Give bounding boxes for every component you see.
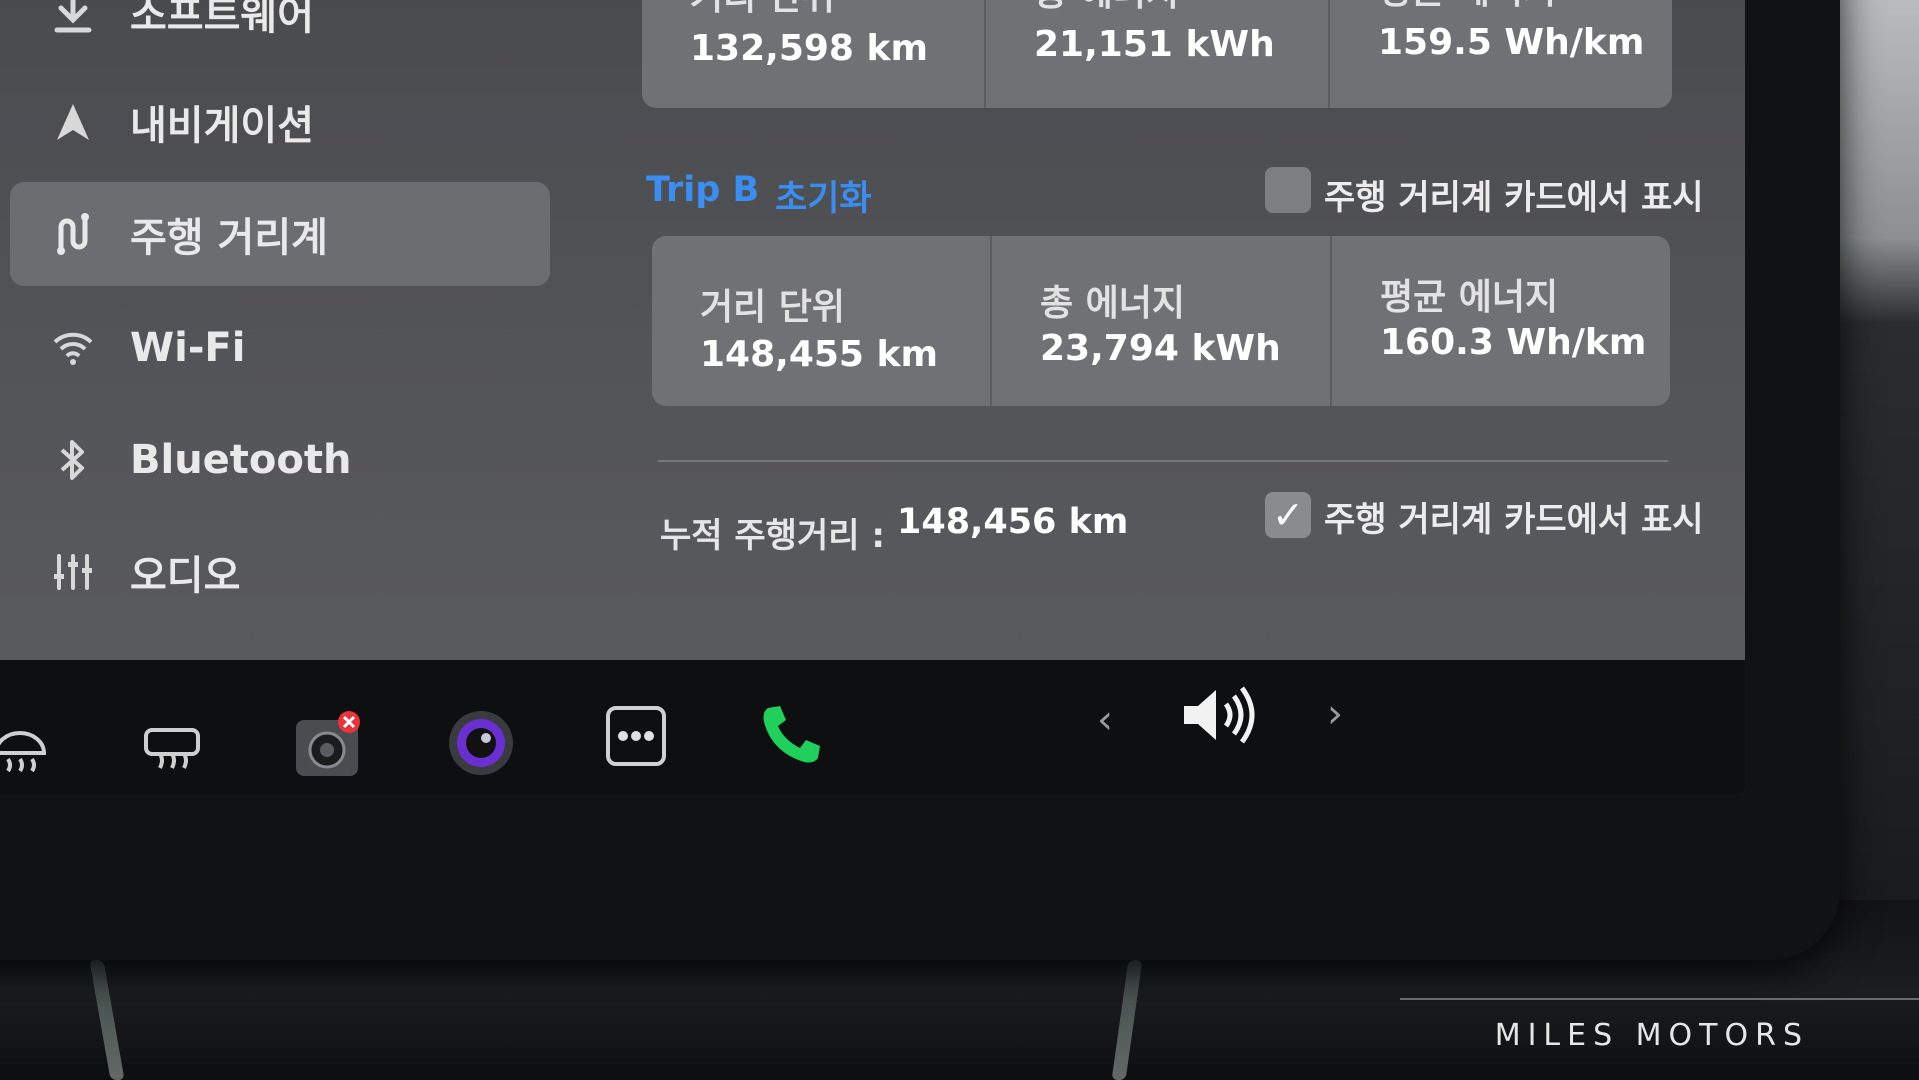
sidebar-item-trips[interactable]: 주행 거리계 bbox=[10, 182, 550, 286]
trip-b-title: Trip B bbox=[646, 170, 760, 210]
bluetooth-icon bbox=[38, 438, 108, 482]
navigation-arrow-icon bbox=[38, 102, 108, 142]
odometer-value: 148,456 km bbox=[897, 502, 1129, 542]
sidebar-item-label: 소프트웨어 bbox=[130, 0, 314, 39]
cell-value: 159.5 Wh/km bbox=[1378, 22, 1645, 63]
rear-defrost-icon[interactable] bbox=[140, 720, 204, 780]
sidebar-item-label: 주행 거리계 bbox=[130, 215, 328, 261]
check-mark-icon: ✓ bbox=[1272, 493, 1304, 537]
trip-b-total-energy: 총 에너지 23,794 kWh bbox=[992, 236, 1332, 406]
trip-a-average-energy: 평균 에너지 159.5 Wh/km bbox=[1330, 0, 1672, 108]
cell-label: 총 에너지 bbox=[1040, 283, 1186, 324]
sidebar-item-label: Wi-Fi bbox=[130, 325, 246, 371]
trip-a-distance: 거리 단위 132,598 km bbox=[642, 0, 986, 108]
taskbar: ‹ › bbox=[0, 660, 1745, 795]
trip-b-show-on-card-checkbox[interactable] bbox=[1265, 167, 1311, 213]
watermark-rule bbox=[1400, 998, 1919, 1000]
cell-label: 거리 단위 bbox=[690, 0, 835, 20]
cell-value: 132,598 km bbox=[690, 28, 928, 69]
touchscreen: 소프트웨어 내비게이션 주행 거리계 Wi-Fi Bluetooth 오디오 1… bbox=[0, 0, 1745, 795]
cell-value: 148,455 km bbox=[700, 334, 938, 375]
sidebar-item-software[interactable]: 소프트웨어 bbox=[10, 0, 550, 64]
sidebar-item-bluetooth[interactable]: Bluetooth bbox=[10, 408, 550, 512]
sidebar-item-navigation[interactable]: 내비게이션 bbox=[10, 70, 550, 174]
volume-icon[interactable] bbox=[1180, 680, 1260, 750]
more-apps-icon[interactable] bbox=[604, 704, 668, 768]
next-track-button[interactable]: › bbox=[1320, 691, 1350, 737]
trip-b-card: 거리 단위 148,455 km 총 에너지 23,794 kWh 평균 에너지… bbox=[652, 236, 1670, 406]
cell-value: 23,794 kWh bbox=[1040, 328, 1281, 369]
download-icon bbox=[38, 0, 108, 34]
cell-value: 21,151 kWh bbox=[1034, 24, 1275, 65]
cell-label: 총 에너지 bbox=[1034, 0, 1179, 16]
previous-track-button[interactable]: ‹ bbox=[1090, 697, 1120, 743]
sidebar-item-wifi[interactable]: Wi-Fi bbox=[10, 296, 550, 400]
phone-icon[interactable] bbox=[756, 700, 826, 770]
odometer-label: 누적 주행거리 : bbox=[660, 516, 885, 556]
trip-b-show-on-card-label: 주행 거리계 카드에서 표시 bbox=[1324, 178, 1704, 218]
cell-label: 평균 에너지 bbox=[1380, 277, 1559, 318]
camera-app-icon[interactable] bbox=[446, 708, 516, 778]
wifi-icon bbox=[38, 330, 108, 366]
trip-b-average-energy: 평균 에너지 160.3 Wh/km bbox=[1332, 236, 1670, 406]
odometer-show-on-card-label: 주행 거리계 카드에서 표시 bbox=[1324, 500, 1704, 540]
watermark: MILES MOTORS bbox=[1494, 1018, 1809, 1053]
trip-b-reset-button[interactable]: 초기화 bbox=[775, 170, 872, 221]
trips-icon bbox=[38, 211, 108, 257]
front-defrost-icon[interactable] bbox=[0, 720, 50, 780]
sidebar-item-label: 오디오 bbox=[130, 553, 241, 599]
cell-value: 160.3 Wh/km bbox=[1380, 322, 1647, 363]
sidebar-item-label: Bluetooth bbox=[130, 437, 352, 483]
dashcam-icon[interactable] bbox=[292, 710, 362, 780]
sidebar-item-label: 내비게이션 bbox=[130, 103, 314, 149]
section-divider bbox=[658, 460, 1668, 462]
cell-label: 평균 에너지 bbox=[1378, 0, 1556, 14]
trip-a-total-energy: 총 에너지 21,151 kWh bbox=[986, 0, 1330, 108]
cell-label: 거리 단위 bbox=[700, 287, 846, 328]
sidebar-item-audio[interactable]: 오디오 bbox=[10, 520, 550, 624]
trip-b-distance: 거리 단위 148,455 km bbox=[652, 236, 992, 406]
odometer-show-on-card-checkbox[interactable]: ✓ bbox=[1265, 492, 1311, 538]
trip-a-card: 거리 단위 132,598 km 총 에너지 21,151 kWh 평균 에너지… bbox=[642, 0, 1672, 108]
audio-sliders-icon bbox=[38, 552, 108, 592]
